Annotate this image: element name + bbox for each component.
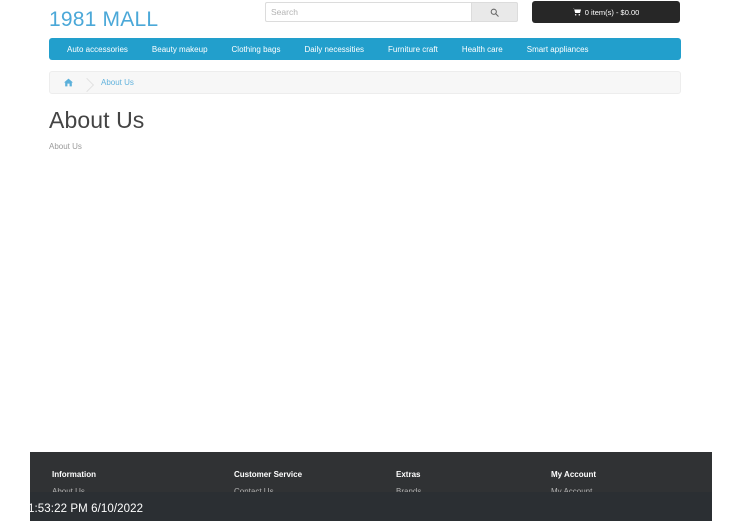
browser-page: 1981 MALL 0 item(s) - $0. bbox=[0, 0, 756, 521]
nav-item-beauty-makeup[interactable]: Beauty makeup bbox=[140, 38, 220, 60]
search-bar bbox=[265, 2, 518, 22]
search-input[interactable] bbox=[265, 2, 471, 22]
page-body-text: About Us bbox=[49, 142, 82, 151]
nav-item-furniture-craft[interactable]: Furniture craft bbox=[376, 38, 450, 60]
nav-item-clothing-bags[interactable]: Clothing bags bbox=[220, 38, 293, 60]
breadcrumb: About Us bbox=[49, 71, 681, 94]
main-navigation: Auto accessories Beauty makeup Clothing … bbox=[49, 38, 681, 60]
home-icon bbox=[64, 78, 73, 87]
breadcrumb-item-about-us[interactable]: About Us bbox=[87, 78, 148, 87]
main-content: About Us About Us bbox=[49, 103, 681, 153]
page-title: About Us bbox=[49, 107, 145, 133]
search-button[interactable] bbox=[471, 2, 518, 22]
footer-heading-customer-service: Customer Service bbox=[234, 470, 303, 479]
cart-label: 0 item(s) - $0.00 bbox=[584, 7, 640, 17]
search-icon bbox=[490, 8, 499, 17]
system-clock: 1:53:22 PM 6/10/2022 bbox=[28, 503, 144, 515]
nav-item-daily-necessities[interactable]: Daily necessities bbox=[292, 38, 376, 60]
nav-item-auto-accessories[interactable]: Auto accessories bbox=[49, 38, 140, 60]
footer-heading-information: Information bbox=[52, 470, 96, 479]
site-header: 1981 MALL 0 item(s) - $0. bbox=[0, 0, 756, 36]
site-logo[interactable]: 1981 MALL bbox=[49, 8, 158, 32]
footer-heading-my-account: My Account bbox=[551, 470, 597, 479]
cart-button[interactable]: 0 item(s) - $0.00 bbox=[532, 1, 680, 23]
nav-item-smart-appliances[interactable]: Smart appliances bbox=[515, 38, 601, 60]
footer-heading-extras: Extras bbox=[396, 470, 421, 479]
nav-item-health-care[interactable]: Health care bbox=[450, 38, 515, 60]
shopping-cart-icon bbox=[572, 8, 581, 16]
